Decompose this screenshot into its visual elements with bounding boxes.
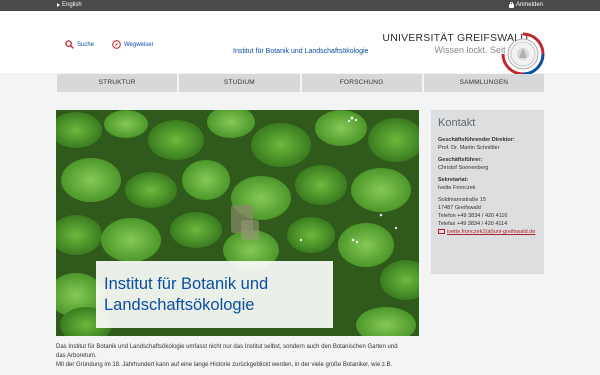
language-label: English	[62, 2, 82, 8]
hero-title-box: Institut für Botanik und Landschaftsökol…	[96, 261, 333, 328]
hero-banner: Institut für Botanik und Landschaftsökol…	[56, 110, 419, 336]
manager-label: Geschäftsführer:	[438, 157, 483, 163]
contact-heading: Kontakt	[438, 117, 476, 129]
compass-icon	[112, 40, 121, 49]
envelope-icon	[438, 229, 445, 234]
office-label: Sekretariat:	[438, 177, 469, 183]
nav-item-sammlungen[interactable]: SAMMLUNGEN	[423, 74, 544, 92]
email-link[interactable]: ivette.fronczek1(at)uni-greifswald.de	[438, 228, 537, 236]
nav-item-forschung[interactable]: FORSCHUNG	[301, 74, 422, 92]
university-seal-logo[interactable]	[501, 32, 545, 76]
search-button[interactable]: Suche	[65, 40, 94, 49]
language-switch[interactable]: English	[57, 2, 82, 8]
guide-label: Wegweiser	[124, 41, 154, 48]
director-name: Prof. Dr. Martin Schnittler	[438, 145, 500, 151]
nav-item-struktur[interactable]: STRUKTUR	[57, 74, 178, 92]
search-icon	[65, 40, 74, 49]
email-address: ivette.fronczek1(at)uni-greifswald.de	[447, 229, 536, 235]
search-label: Suche	[77, 41, 95, 48]
intro-line-1: Das Institut für Botanik und Landschafts…	[56, 344, 398, 350]
intro-line-2: das Arboretum.	[56, 353, 97, 359]
institute-title-link[interactable]: Institut für Botanik und Landschaftsökol…	[233, 48, 368, 55]
site-header: Suche Wegweiser Institut für Botanik und…	[0, 11, 600, 76]
top-bar: English Anmelden	[0, 0, 600, 11]
fax-number: Telefax +49 3834 / 420 4114	[438, 221, 508, 227]
contact-panel: Kontakt Geschäftsführender Direktor: Pro…	[431, 110, 544, 274]
arrow-right-icon	[57, 3, 60, 7]
intro-line-3: Mit der Gründung im 18. Jahrhundert kann…	[56, 362, 393, 368]
nav-item-studium[interactable]: STUDIUM	[179, 74, 300, 92]
intro-text: Das Institut für Botanik und Landschafts…	[56, 343, 422, 370]
hero-title-line2: Landschaftsökologie	[104, 296, 255, 314]
phone-number: Telefon +49 3834 / 420 4116	[438, 213, 508, 219]
guide-button[interactable]: Wegweiser	[112, 40, 154, 49]
lock-icon	[508, 1, 514, 8]
address-street: Soldmannstraße 15	[438, 197, 486, 203]
main-nav: STRUKTUR STUDIUM FORSCHUNG SAMMLUNGEN	[57, 74, 544, 92]
director-label: Geschäftsführender Direktor:	[438, 137, 515, 143]
address-city: 17487 Greifswald	[438, 205, 481, 211]
login-link[interactable]: Anmelden	[508, 1, 543, 8]
manager-name: Christof Sonnenberg	[438, 165, 489, 171]
login-label: Anmelden	[515, 2, 543, 8]
office-name: Ivette Fronczek	[438, 185, 476, 191]
hero-title-line1: Institut für Botanik und	[104, 275, 269, 293]
